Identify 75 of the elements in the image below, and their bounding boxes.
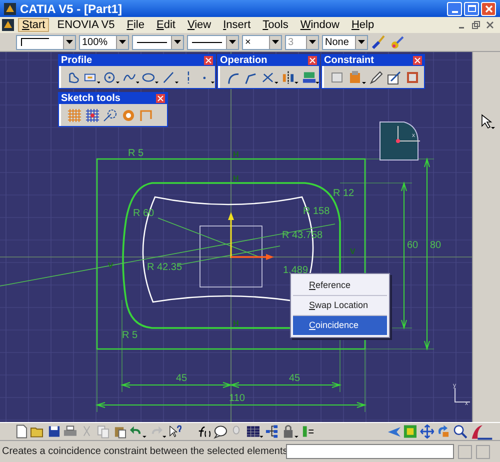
table-icon[interactable] [246,424,263,439]
undo-icon[interactable] [129,424,147,439]
print-icon[interactable] [63,424,78,439]
combo-box[interactable]: None [322,34,368,50]
tree-icon[interactable] [264,424,280,439]
profile-icon[interactable] [67,70,81,84]
toolbar-title: Sketch tools [61,94,120,104]
brush-icon[interactable] [371,34,387,50]
command-field[interactable] [286,444,454,459]
zoom-icon[interactable] [452,424,468,439]
menu-item[interactable]: Help [347,18,378,32]
line-icon[interactable] [162,70,179,84]
painter-icon[interactable] [390,34,406,50]
dimension-label[interactable]: R 42.35 [147,262,182,273]
axis-triad [454,388,470,402]
dimension-label[interactable]: 60 [407,240,418,251]
combo-box[interactable]: 100% [79,34,129,50]
combo-box[interactable] [132,34,184,50]
dimension-label[interactable]: R 12 [333,188,354,199]
compass-icon[interactable] [380,122,420,160]
dimension-label[interactable]: R 5 [128,148,144,159]
pencil-icon[interactable] [369,70,384,84]
animate-icon[interactable] [387,70,402,84]
menu-item[interactable]: File [122,18,148,32]
h-axis [231,254,274,260]
formula-icon[interactable] [196,424,211,439]
maximize-button[interactable] [464,2,479,16]
select-arrow-icon[interactable] [478,114,494,130]
menu-item[interactable]: Tools [258,18,292,32]
menu-item[interactable]: Start [18,18,50,32]
dimension-label[interactable]: 45 [289,373,300,384]
comment-icon[interactable] [212,424,228,439]
fix-icon[interactable] [330,70,345,84]
combo-box[interactable] [187,34,239,50]
save-icon[interactable] [46,424,62,439]
paste-icon[interactable] [112,424,128,439]
toolbar-title: Constraint [324,56,374,66]
construction-rectangle [200,226,262,288]
dimension-label[interactable]: 45 [176,373,188,384]
close-button[interactable] [481,2,496,16]
window-title: CATIA V5 - [Part1] [20,2,122,14]
combo-box[interactable] [16,34,76,50]
app-icon [4,2,16,14]
construction-icon[interactable] [103,108,118,122]
combo-box[interactable]: × [242,34,282,50]
snap-icon[interactable] [85,108,100,122]
dimension-label[interactable]: 1.489 [283,265,308,276]
dimension-label[interactable]: 80 [430,240,442,251]
pan-icon[interactable] [420,424,434,439]
toolbar-title: Operation [220,56,268,66]
menu-item[interactable]: Reference [293,276,387,295]
minimize-button[interactable] [447,2,462,16]
edit-multi-icon[interactable] [405,70,420,84]
v-axis [228,212,234,258]
mirror-icon[interactable] [281,70,299,84]
menu-item[interactable]: Swap Location [293,296,387,315]
projection-icon[interactable] [302,70,320,84]
close-icon[interactable] [486,21,494,29]
menu-item[interactable]: ENOVIA V5 [53,18,119,32]
parameter-icon[interactable] [300,424,316,439]
menu-item[interactable]: Coincidence [293,316,387,335]
menu-item[interactable]: Window [296,18,344,32]
menu-item[interactable]: Edit [152,18,180,32]
lock-icon[interactable] [281,424,299,439]
dimension-label[interactable]: 110 [229,393,245,404]
circle-icon[interactable] [103,70,120,84]
app-icon[interactable] [2,19,14,31]
help-cursor-icon[interactable] [168,424,182,439]
restore-icon[interactable] [472,21,480,29]
new-file-icon[interactable] [14,424,28,439]
menu-item[interactable]: Insert [219,18,255,32]
menu-item[interactable]: View [183,18,216,32]
toolbar-title: Profile [61,56,92,66]
catia-logo [469,424,494,440]
dimension-label[interactable]: R 5 [122,330,138,341]
